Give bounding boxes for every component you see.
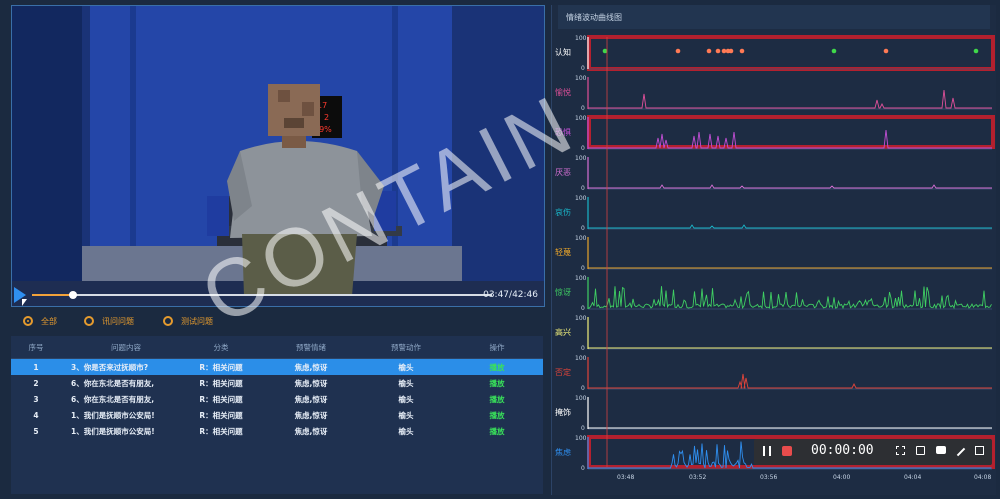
time-readout: 03:47/42:46 xyxy=(483,290,538,300)
row-index: 5 xyxy=(33,426,39,436)
table-row[interactable]: 1 3、你是否来过抚顺市? R：相关问题 焦虑,惊讶 榆头 播放 xyxy=(11,359,543,375)
row-category: R：相关问题 xyxy=(199,410,243,420)
seek-bar[interactable] xyxy=(32,291,492,299)
header-question: 问题内容 xyxy=(111,342,141,352)
emotion-curve xyxy=(588,129,992,149)
cursor-icon xyxy=(22,299,27,306)
filter-label: 全部 xyxy=(41,316,57,326)
table-row[interactable]: 4 1、我们是抚顺市公安局! R：相关问题 焦虑,惊讶 榆头 播放 xyxy=(11,407,543,423)
filter-label: 讯问问题 xyxy=(102,316,134,326)
header-emotion: 预警情绪 xyxy=(296,342,326,352)
emotion-curve xyxy=(588,373,992,389)
row-action: 榆头 xyxy=(398,362,414,372)
filter-radio-group: 全部 讯问问题 测试问题 xyxy=(11,310,543,332)
screen-recorder-toolbar: 00:00:00 xyxy=(754,439,992,465)
table-row[interactable]: 3 6、你在东北是否有朋友, R：相关问题 焦虑,惊讶 榆头 播放 xyxy=(11,391,543,407)
row-emotion: 焦虑,惊讶 xyxy=(294,362,328,372)
row-emotion: 焦虑,惊讶 xyxy=(294,394,328,404)
radio-dot-icon xyxy=(84,316,94,326)
app-root: 17 2 49% 03:47/42:46 全部 讯问问题 测试问题 序号 问题内… xyxy=(0,0,1000,499)
table-row[interactable]: 2 6、你在东北是否有朋友, R：相关问题 焦虑,惊讶 榆头 播放 xyxy=(11,375,543,391)
row-category: R：相关问题 xyxy=(199,426,243,436)
window-icon[interactable] xyxy=(975,446,984,455)
row-action: 榆头 xyxy=(398,410,414,420)
row-index: 1 xyxy=(33,362,39,372)
row-question: 1、我们是抚顺市公安局! xyxy=(71,426,155,436)
x-axis-label: 03:56 xyxy=(760,474,778,481)
table-header: 序号 问题内容 分类 预警情绪 预警动作 操作 xyxy=(11,336,543,359)
radio-dot-icon xyxy=(163,316,173,326)
row-play-link[interactable]: 播放 xyxy=(451,362,543,373)
row-index: 3 xyxy=(33,394,39,404)
pen-icon[interactable] xyxy=(956,447,966,457)
header-category: 分类 xyxy=(213,342,229,352)
row-emotion: 焦虑,惊讶 xyxy=(294,426,328,436)
cognition-point xyxy=(973,48,979,54)
emotion-curve xyxy=(588,224,992,229)
question-table: 序号 问题内容 分类 预警情绪 预警动作 操作 1 3、你是否来过抚顺市? R：相关… xyxy=(11,336,543,494)
filter-all-radio[interactable]: 全部 xyxy=(23,314,57,328)
x-axis-label: 03:48 xyxy=(617,474,635,481)
filter-label: 测试问题 xyxy=(181,316,213,326)
emotion-curves xyxy=(587,37,992,470)
row-index: 2 xyxy=(33,378,39,388)
cognition-point xyxy=(706,48,712,54)
cognition-point xyxy=(831,48,837,54)
row-play-link[interactable]: 播放 xyxy=(451,426,543,437)
seek-handle[interactable] xyxy=(68,291,77,299)
cognition-point xyxy=(739,48,745,54)
filter-test-radio[interactable]: 测试问题 xyxy=(163,314,213,328)
header-index: 序号 xyxy=(28,342,44,352)
row-category: R：相关问题 xyxy=(199,362,243,372)
x-axis-label: 03:52 xyxy=(689,474,707,481)
row-category: R：相关问题 xyxy=(199,378,243,388)
row-play-link[interactable]: 播放 xyxy=(451,410,543,421)
row-emotion: 焦虑,惊讶 xyxy=(294,378,328,388)
camera-icon[interactable] xyxy=(936,446,946,454)
row-emotion: 焦虑,惊讶 xyxy=(294,410,328,420)
row-question: 3、你是否来过抚顺市? xyxy=(71,362,149,372)
row-index: 4 xyxy=(33,410,39,420)
filter-interrogation-radio[interactable]: 讯问问题 xyxy=(84,314,134,328)
cognition-point xyxy=(675,48,681,54)
fullscreen-icon[interactable] xyxy=(896,446,905,455)
cognition-point xyxy=(728,48,734,54)
row-play-link[interactable]: 播放 xyxy=(451,394,543,405)
video-player[interactable]: 17 2 49% 03:47/42:46 xyxy=(11,5,545,307)
pause-icon[interactable] xyxy=(763,446,771,456)
header-action: 预警动作 xyxy=(391,342,421,352)
emotion-curve xyxy=(588,184,992,189)
emotion-curve xyxy=(588,89,992,109)
cognition-point xyxy=(883,48,889,54)
row-category: R：相关问题 xyxy=(199,394,243,404)
emotion-curve xyxy=(588,286,992,310)
header-operation: 操作 xyxy=(489,342,505,352)
radio-dot-icon xyxy=(23,316,33,326)
video-frame: 17 2 49% xyxy=(12,6,544,306)
x-axis-label: 04:04 xyxy=(904,474,922,481)
emotion-chart-panel: 情绪波动曲线图 认知 100 0 愉悦 100 0 恐惧 100 0 厌恶 100 0 哀伤 100 0 轻蔑… xyxy=(551,5,996,495)
shrink-icon[interactable] xyxy=(916,446,925,455)
row-play-link[interactable]: 播放 xyxy=(451,378,543,389)
recording-clock: 00:00:00 xyxy=(811,443,874,458)
table-row[interactable]: 5 1、我们是抚顺市公安局! R：相关问题 焦虑,惊讶 榆头 播放 xyxy=(11,423,543,439)
stop-icon[interactable] xyxy=(782,446,792,456)
x-axis-label: 04:00 xyxy=(833,474,851,481)
row-action: 榆头 xyxy=(398,426,414,436)
row-action: 榆头 xyxy=(398,394,414,404)
row-question: 6、你在东北是否有朋友, xyxy=(71,378,155,388)
row-question: 1、我们是抚顺市公安局! xyxy=(71,410,155,420)
cognition-point xyxy=(715,48,721,54)
cognition-point xyxy=(721,48,727,54)
seek-progress xyxy=(32,294,73,296)
row-action: 榆头 xyxy=(398,378,414,388)
row-question: 6、你在东北是否有朋友, xyxy=(71,394,155,404)
x-axis-label: 04:08 xyxy=(974,474,992,481)
display-line-2: 2 xyxy=(324,113,329,122)
